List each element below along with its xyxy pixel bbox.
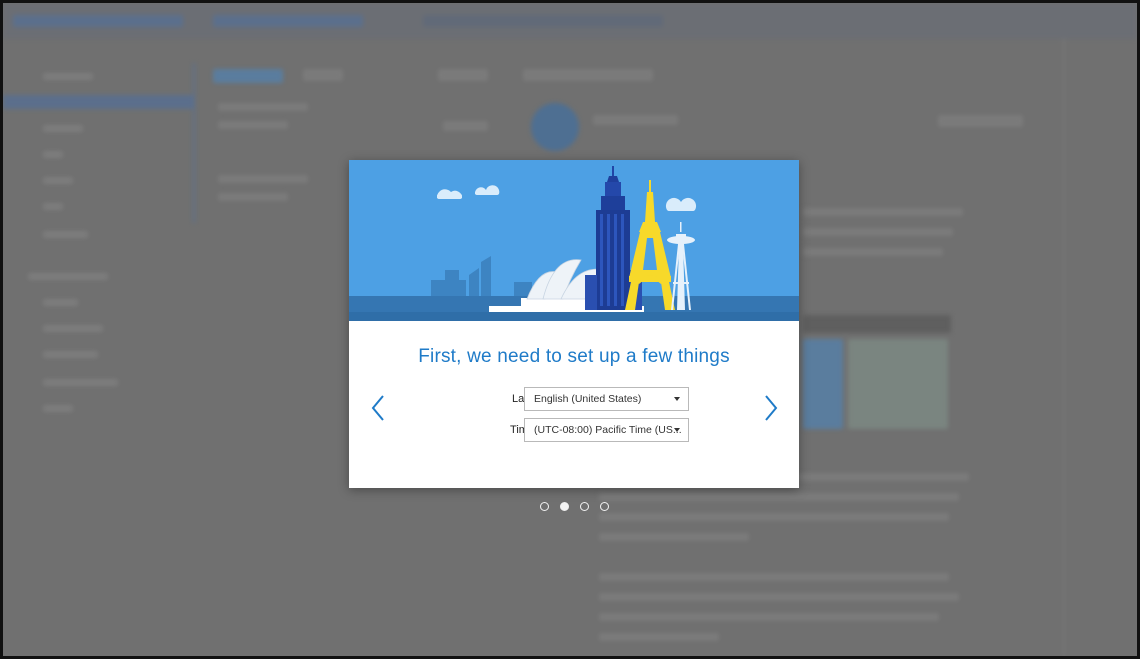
background-sidebar-item [43,379,118,386]
background-text [599,593,959,601]
background-text [218,175,308,183]
background-sidebar-line [193,63,195,223]
background-sidebar-item [28,273,108,280]
background-text [599,613,939,621]
hero-illustration [349,160,799,321]
timezone-select[interactable]: (UTC-08:00) Pacific Time (US... [524,418,689,442]
background-text [599,513,949,521]
screen-frame: First, we need to set up a few things La… [3,3,1137,656]
background-tab [213,69,283,83]
background-sidebar-item [43,325,103,332]
language-select[interactable]: English (United States) [524,387,689,411]
background-image-bar [803,315,951,333]
setup-title: First, we need to set up a few things [418,346,730,367]
background-sidebar-item [43,351,98,358]
background-text [443,121,488,131]
chevron-right-icon [765,395,778,421]
background-sidebar-item [43,151,63,158]
page-dot[interactable] [540,502,549,511]
background-text [803,208,963,216]
page-dot[interactable] [580,502,589,511]
background-nav-item [423,15,663,27]
background-app-logo [13,15,183,27]
background-sidebar-item [43,405,73,412]
caret-down-icon [674,428,680,432]
background-text [218,121,288,129]
caret-down-icon [674,397,680,401]
chevron-left-icon [371,395,384,421]
background-sidebar-item [43,177,73,184]
background-text [599,573,949,581]
background-sidebar-item [43,73,93,80]
background-text [593,115,678,125]
page-dot[interactable] [560,502,569,511]
background-text [599,493,959,501]
language-select-value: English (United States) [534,393,642,405]
background-text [218,193,288,201]
city-landmarks-illustration [349,160,799,321]
previous-page-button[interactable] [369,393,389,423]
background-tab [523,69,653,81]
page-dot[interactable] [600,502,609,511]
language-row: Language English (United States) [409,387,749,411]
background-sidebar-item [43,203,63,210]
background-image [803,339,843,429]
background-text [803,248,943,256]
background-text [599,533,749,541]
timezone-select-value: (UTC-08:00) Pacific Time (US... [534,424,682,436]
background-text [803,228,953,236]
background-sidebar-item [43,125,83,132]
background-avatar [531,103,579,151]
background-right-divider [1063,39,1065,656]
background-text [938,115,1023,127]
background-text [218,103,308,111]
background-nav-item [213,15,363,27]
background-image [848,339,948,429]
next-page-button[interactable] [760,393,780,423]
background-sidebar-selected [3,95,193,109]
timezone-row: Time zone (UTC-08:00) Pacific Time (US..… [409,418,749,442]
background-tab [303,69,343,81]
background-tab [438,69,488,81]
background-sidebar-item [43,231,88,238]
background-sidebar-item [43,299,78,306]
background-text [599,633,719,641]
setup-dialog: First, we need to set up a few things La… [349,160,799,488]
